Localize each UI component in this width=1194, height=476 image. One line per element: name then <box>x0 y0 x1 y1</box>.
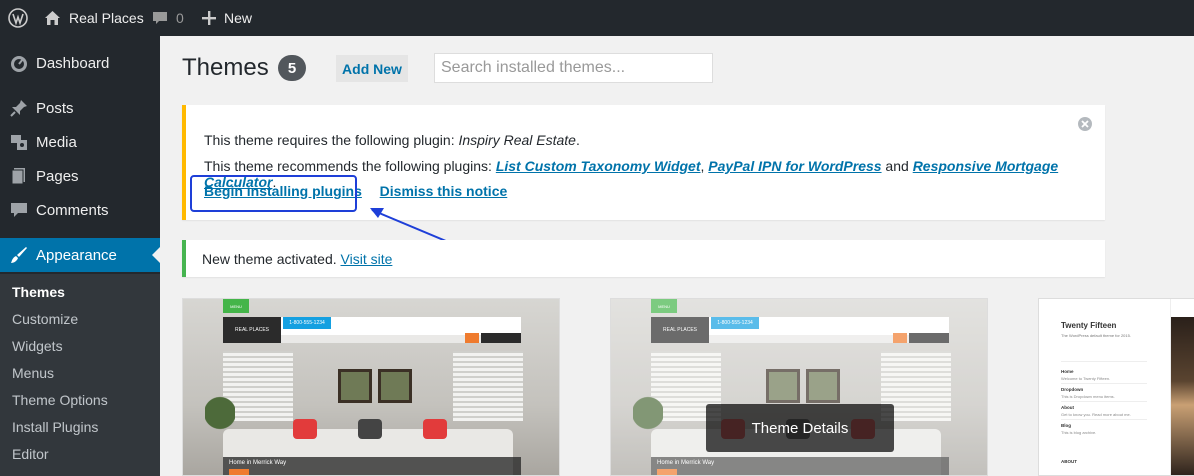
submenu-item-install-plugins[interactable]: Install Plugins <box>12 419 98 435</box>
theme-menu-tab: MENU <box>223 299 249 313</box>
admin-sidebar: Dashboard Posts Media Pages Comments App… <box>0 36 160 476</box>
link-paypal-ipn[interactable]: PayPal IPN for WordPress <box>708 158 881 174</box>
submenu-item-theme-options[interactable]: Theme Options <box>12 392 108 408</box>
page-title: Themes <box>182 54 269 81</box>
submenu-item-editor[interactable]: Editor <box>12 446 49 462</box>
theme-card-real-places-hover[interactable]: REAL PLACES 1-800-555-1234 MENU Home in … <box>610 298 988 476</box>
visit-site-link[interactable]: Visit site <box>341 251 393 267</box>
add-new-button[interactable]: Add New <box>336 55 408 82</box>
pin-icon <box>10 99 28 117</box>
appearance-submenu: Themes Customize Widgets Menus Theme Opt… <box>0 274 160 476</box>
comment-count: 0 <box>176 10 184 26</box>
site-name-link[interactable]: Real Places <box>44 0 144 36</box>
theme-phone: 1-800-555-1234 <box>283 317 331 329</box>
pages-icon <box>10 167 28 185</box>
new-label: New <box>224 10 253 26</box>
submenu-item-customize[interactable]: Customize <box>12 311 78 327</box>
dashboard-icon <box>10 54 28 72</box>
required-plugin-name: Inspiry Real Estate <box>458 132 576 148</box>
sidebar-item-posts[interactable]: Posts <box>0 91 160 125</box>
sidebar-item-media[interactable]: Media <box>0 125 160 159</box>
sidebar-item-dashboard[interactable]: Dashboard <box>0 46 160 80</box>
theme-screenshot: REAL PLACES 1-800-555-1234 MENU Home in … <box>183 299 559 475</box>
sidebar-item-comments[interactable]: Comments <box>0 193 160 227</box>
theme-caption: Home in Merrick Way <box>229 460 287 466</box>
wordpress-logo-icon[interactable] <box>8 0 28 36</box>
close-icon[interactable] <box>1077 116 1093 132</box>
comments-link[interactable]: 0 <box>152 0 184 36</box>
theme-count-badge: 5 <box>278 55 306 81</box>
required-plugin-line: This theme requires the following plugin… <box>204 132 580 148</box>
comment-bubble-icon <box>152 10 168 26</box>
tf-header-photo <box>1171 317 1194 475</box>
admin-bar: Real Places 0 New <box>0 0 1194 36</box>
link-list-custom-taxonomy-widget[interactable]: List Custom Taxonomy Widget <box>496 158 701 174</box>
annotation-highlight-box <box>190 175 357 212</box>
theme-card-real-places[interactable]: REAL PLACES 1-800-555-1234 MENU Home in … <box>182 298 560 476</box>
theme-activated-notice: New theme activated. Visit site <box>182 240 1105 277</box>
comment-icon <box>10 201 28 219</box>
brush-icon <box>10 246 28 264</box>
submenu-item-menus[interactable]: Menus <box>12 365 54 381</box>
theme-card-twenty-fifteen[interactable]: Twenty Fifteen The WordPress default the… <box>1038 298 1194 476</box>
sidebar-item-appearance[interactable]: Appearance <box>0 238 160 272</box>
theme-logo: REAL PLACES <box>223 317 281 343</box>
tf-site-title: Twenty Fifteen <box>1061 321 1117 330</box>
sidebar-item-pages[interactable]: Pages <box>0 159 160 193</box>
submenu-item-widgets[interactable]: Widgets <box>12 338 63 354</box>
plus-icon <box>202 11 216 25</box>
submenu-item-themes[interactable]: Themes <box>12 284 65 300</box>
search-themes-input[interactable] <box>434 53 713 83</box>
theme-screenshot: Twenty Fifteen The WordPress default the… <box>1039 299 1171 475</box>
home-icon <box>44 10 61 26</box>
site-name: Real Places <box>69 10 144 26</box>
tf-tagline: The WordPress default theme for 2015. <box>1061 333 1131 338</box>
activated-text: New theme activated. <box>202 251 341 267</box>
theme-details-button[interactable]: Theme Details <box>706 404 894 452</box>
media-icon <box>10 133 28 151</box>
new-content-link[interactable]: New <box>202 0 252 36</box>
